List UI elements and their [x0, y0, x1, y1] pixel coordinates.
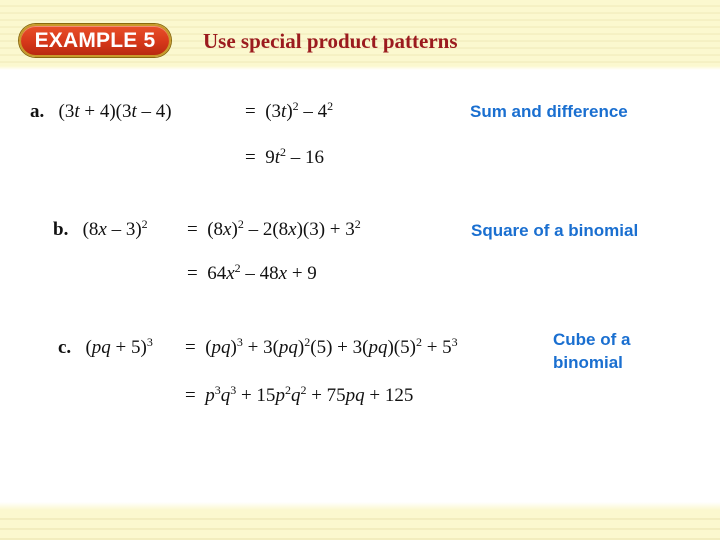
- example-b-problem: b. (8x – 3)2: [53, 217, 148, 241]
- page-title: Use special product patterns: [203, 29, 458, 53]
- example-c-label: c.: [58, 337, 72, 358]
- example-c-note-line1: Cube of a: [553, 330, 631, 349]
- example-badge: EXAMPLE 5: [19, 24, 171, 57]
- example-a-note: Sum and difference: [470, 102, 628, 121]
- example-c-note: Cube of a binomial: [553, 328, 630, 374]
- example-c-problem: c. (pq + 5)3: [58, 335, 153, 359]
- example-b-label: b.: [53, 219, 69, 240]
- example-c-lhs: (pq + 5)3: [85, 335, 153, 358]
- example-c-note-line2: binomial: [553, 353, 623, 372]
- example-a-step1: = (3t)2 – 42: [245, 99, 334, 122]
- example-a-step2: = 9t2 – 16: [245, 145, 324, 168]
- example-a-lhs: (3t + 4)(3t – 4): [58, 101, 172, 122]
- example-c-step1: = (pq)3 + 3(pq)2(5) + 3(pq)(5)2 + 53: [185, 335, 458, 358]
- footer-band: [0, 502, 720, 540]
- example-b-step1: = (8x)2 – 2(8x)(3) + 32: [187, 217, 361, 240]
- example-b-note: Square of a binomial: [471, 221, 639, 240]
- example-a-label: a.: [30, 101, 45, 122]
- example-a-problem: a. (3t + 4)(3t – 4): [30, 101, 172, 123]
- example-c-step2: = p3q3 + 15p2q2 + 75pq + 125: [185, 383, 414, 406]
- example-b-lhs: (8x – 3)2: [82, 217, 148, 240]
- example-b-step2: = 64x2 – 48x + 9: [187, 261, 317, 284]
